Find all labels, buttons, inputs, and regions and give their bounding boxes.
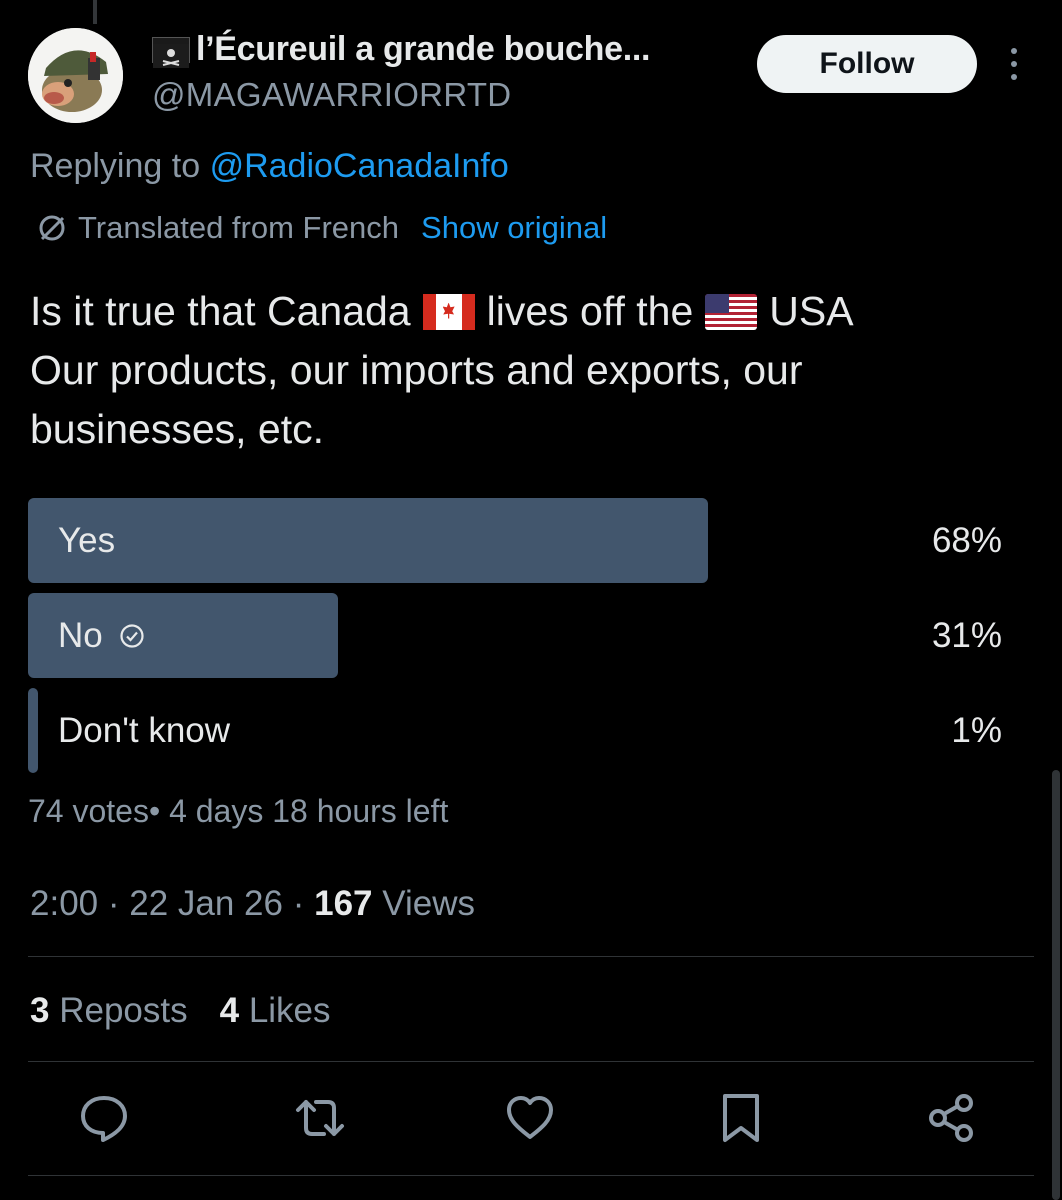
translation-notice: Translated from French Show original <box>36 210 607 246</box>
poll-bar <box>28 688 38 773</box>
action-bar <box>0 1090 1062 1150</box>
avatar[interactable] <box>28 28 123 123</box>
tweet-text-segment: lives off the <box>486 288 694 334</box>
replying-to: Replying to @RadioCanadaInfo <box>30 147 509 186</box>
tweet-timestamp: 2:00 · 22 Jan 26 · 167 Views <box>30 884 475 924</box>
reposts-stat[interactable]: 3 Reposts <box>30 991 188 1031</box>
translate-icon <box>39 215 65 241</box>
canada-flag-icon <box>422 293 475 330</box>
likes-stat[interactable]: 4 Likes <box>220 991 331 1031</box>
reply-icon[interactable] <box>76 1090 132 1146</box>
poll-option-no[interactable]: No 31% <box>28 593 1002 678</box>
poll-option-label: Don't know <box>58 710 231 750</box>
author-display-name: l’Écureuil a grande bouche... <box>196 30 651 68</box>
likes-label: Likes <box>248 991 331 1030</box>
tweet-text: Is it true that Canada lives off the USA… <box>30 282 1020 459</box>
show-original-link[interactable]: Show original <box>421 210 607 246</box>
follow-button[interactable]: Follow <box>757 35 977 93</box>
reposts-label: Reposts <box>59 991 188 1030</box>
more-icon[interactable] <box>1000 44 1028 84</box>
divider <box>28 1061 1034 1062</box>
poll-percent: 68% <box>931 520 1002 560</box>
reply-mention-link[interactable]: @RadioCanadaInfo <box>210 147 509 185</box>
poll-meta: 74 votes• 4 days 18 hours left <box>28 793 449 829</box>
tweet-time[interactable]: 2:00 <box>30 884 98 923</box>
tweet-text-segment: Is it true that Canada <box>30 288 411 334</box>
tweet-text-segment: USA <box>769 288 854 334</box>
check-circle-icon <box>120 623 144 648</box>
bookmark-icon[interactable] <box>713 1090 769 1146</box>
poll-percent: 1% <box>951 710 1002 750</box>
views-count: 167 <box>314 884 373 923</box>
tweet-text-line: businesses, etc. <box>30 406 324 452</box>
avatar-image <box>28 28 123 123</box>
poll-option-label: No <box>58 615 103 655</box>
repost-icon[interactable] <box>292 1090 348 1146</box>
separator: · <box>292 884 305 923</box>
reposts-count: 3 <box>30 991 50 1030</box>
usa-flag-icon <box>705 293 758 330</box>
poll-percent: 31% <box>931 615 1002 655</box>
tweet-text-line: Our products, our imports and exports, o… <box>30 347 803 393</box>
poll: Yes 68% No 31% Don't know 1% <box>28 498 1002 783</box>
author-handle[interactable]: @MAGAWARRIORRTD <box>152 76 511 114</box>
likes-count: 4 <box>219 991 240 1030</box>
pirate-flag-icon <box>152 36 190 68</box>
translated-label: Translated from French <box>78 210 400 245</box>
thread-connector <box>93 0 97 24</box>
replying-to-label: Replying to <box>30 147 201 185</box>
tweet-date[interactable]: 22 Jan 26 <box>129 884 283 923</box>
poll-option-yes[interactable]: Yes 68% <box>28 498 1002 583</box>
separator: · <box>107 884 120 923</box>
scrollbar[interactable] <box>1052 770 1060 1200</box>
poll-option-label: Yes <box>58 520 116 560</box>
divider <box>28 956 1034 957</box>
share-icon[interactable] <box>924 1090 980 1146</box>
divider <box>28 1175 1034 1176</box>
poll-option-dont-know[interactable]: Don't know 1% <box>28 688 1002 773</box>
views-label: Views <box>382 884 475 923</box>
poll-bar <box>28 498 708 583</box>
engagement-stats: 3 Reposts 4 Likes <box>30 991 331 1031</box>
author-name[interactable]: l’Écureuil a grande bouche... <box>152 30 650 69</box>
like-icon[interactable] <box>502 1090 558 1146</box>
